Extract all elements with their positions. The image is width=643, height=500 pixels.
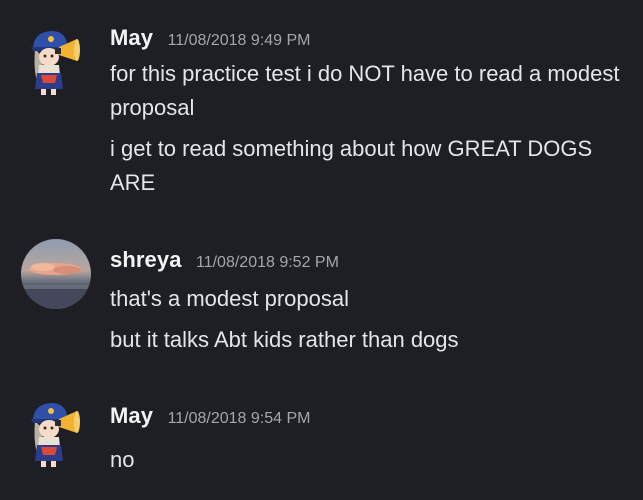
timestamp[interactable]: 11/08/2018 9:49 PM <box>168 32 311 49</box>
sunset-clouds-icon <box>21 239 91 309</box>
anime-girl-megaphone-icon <box>31 403 80 467</box>
anime-girl-megaphone-icon <box>31 31 80 95</box>
avatar[interactable] <box>21 27 91 97</box>
message-text: but it talks Abt kids rather than dogs <box>110 327 459 352</box>
message-header: shreya 11/08/2018 9:52 PM <box>110 247 339 273</box>
message-header: May 11/08/2018 9:49 PM <box>110 25 310 51</box>
message-text: no <box>110 447 135 472</box>
timestamp[interactable]: 11/08/2018 9:52 PM <box>196 254 339 271</box>
message-text: that's a modest proposal <box>110 286 350 311</box>
username[interactable]: May <box>110 403 153 428</box>
message-header: May 11/08/2018 9:54 PM <box>110 403 310 429</box>
avatar[interactable] <box>21 399 91 469</box>
timestamp[interactable]: 11/08/2018 9:54 PM <box>168 410 311 427</box>
username[interactable]: shreya <box>110 247 182 272</box>
message-text: i get to read something about how GREAT … <box>110 136 593 195</box>
avatar[interactable] <box>21 239 91 309</box>
message-text: for this practice test i do NOT have to … <box>110 61 620 120</box>
username[interactable]: May <box>110 25 153 50</box>
